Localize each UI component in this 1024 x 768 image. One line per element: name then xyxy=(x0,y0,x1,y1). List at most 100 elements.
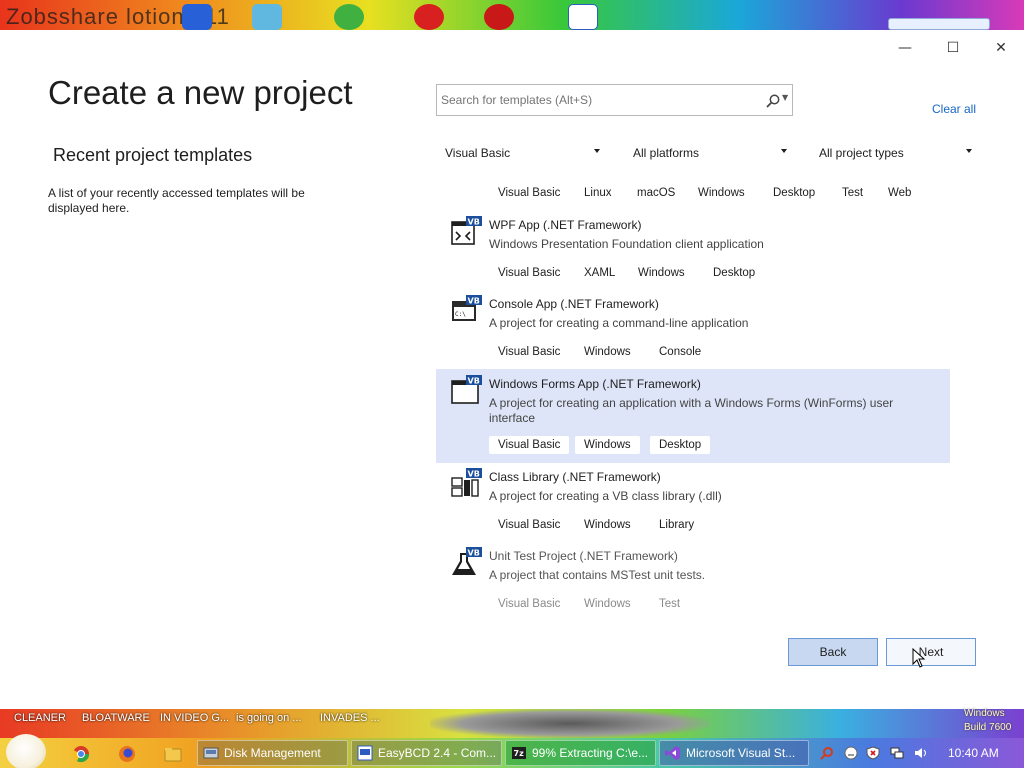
svg-text:VB: VB xyxy=(468,218,480,227)
clear-all-link[interactable]: Clear all xyxy=(932,102,976,116)
template-tag: Windows xyxy=(584,598,631,610)
project-type-filter-dropdown[interactable]: All project types xyxy=(819,140,972,166)
desktop-news-item[interactable]: is going on ... xyxy=(236,712,301,724)
shield-icon[interactable] xyxy=(866,746,880,760)
system-clock[interactable]: 10:40 AM xyxy=(948,746,999,760)
unit-test-icon: VB xyxy=(452,547,482,575)
close-button[interactable]: ✕ xyxy=(978,34,1024,62)
network-icon[interactable] xyxy=(890,746,904,760)
desktop-background-top: Zobsshare lotion 011 xyxy=(0,0,1024,30)
taskbar-button-visual-studio[interactable]: Microsoft Visual St... xyxy=(659,740,809,766)
desktop-news-item[interactable]: CLEANER xyxy=(14,712,66,724)
template-tag: Windows xyxy=(584,519,631,531)
template-tag: Test xyxy=(842,187,864,199)
desktop-background-bottom xyxy=(0,709,1024,738)
page-title: Create a new project xyxy=(48,74,353,111)
desktop-news-item[interactable]: INVADES ... xyxy=(320,712,380,724)
template-tag: Visual Basic xyxy=(498,598,561,610)
chevron-down-icon xyxy=(781,149,787,153)
recent-templates-heading: Recent project templates xyxy=(53,145,253,165)
desktop-shortcut-icon[interactable] xyxy=(182,4,212,30)
template-item-class-library[interactable]: VB Class Library (.NET Framework) A proj… xyxy=(436,462,950,540)
svg-text:VB: VB xyxy=(468,297,480,306)
platform-filter-dropdown[interactable]: All platforms xyxy=(633,140,787,166)
chevron-down-icon xyxy=(966,149,972,153)
class-library-icon: VB xyxy=(451,468,482,497)
emoji-tray-icon[interactable] xyxy=(844,746,858,760)
maximize-button[interactable]: ☐ xyxy=(930,34,976,62)
desktop-shortcut-icon[interactable] xyxy=(252,4,282,30)
visual-studio-icon xyxy=(665,746,680,760)
taskbar-button-easybcd[interactable]: EasyBCD 2.4 - Com... xyxy=(351,740,502,766)
desktop-wallpaper-shape xyxy=(430,709,710,738)
template-tag: Desktop xyxy=(650,436,711,454)
template-name: Unit Test Project (.NET Framework) xyxy=(489,549,678,563)
start-button[interactable] xyxy=(6,734,46,768)
mouse-cursor-icon xyxy=(912,648,926,668)
desktop-shortcut-icon[interactable] xyxy=(484,4,514,30)
taskbar-button-label: EasyBCD 2.4 - Com... xyxy=(378,746,497,760)
back-button[interactable]: Back xyxy=(788,638,878,666)
template-tag: Linux xyxy=(584,187,612,199)
desktop-shortcut-icon[interactable] xyxy=(568,4,598,30)
taskbar-button-disk-management[interactable]: Disk Management xyxy=(197,740,348,766)
search-tray-icon[interactable] xyxy=(820,746,834,760)
winforms-app-icon: VB xyxy=(451,375,482,404)
search-input[interactable] xyxy=(441,90,751,110)
template-tag: Visual Basic xyxy=(498,346,561,358)
chevron-down-icon xyxy=(594,149,600,153)
template-description: A project that contains MSTest unit test… xyxy=(489,568,706,582)
language-filter-value: Visual Basic xyxy=(445,146,511,160)
easybcd-icon xyxy=(357,745,373,761)
project-type-filter-value: All project types xyxy=(819,146,904,160)
desktop-news-item[interactable]: IN VIDEO G... xyxy=(160,712,229,724)
desktop-shortcut-icon[interactable] xyxy=(334,4,364,30)
minimize-button[interactable]: — xyxy=(882,34,928,62)
template-description: Windows Presentation Foundation client a… xyxy=(489,237,764,251)
create-project-dialog: — ☐ ✕ Create a new project Recent projec… xyxy=(0,30,1024,709)
template-tag: macOS xyxy=(637,187,676,199)
language-filter-dropdown[interactable]: Visual Basic xyxy=(445,140,600,166)
template-description: A project for creating an application wi… xyxy=(489,396,894,425)
next-button[interactable]: Next xyxy=(886,638,976,666)
firefox-icon[interactable] xyxy=(118,745,136,763)
wpf-app-icon: VB xyxy=(451,216,482,245)
chevron-down-icon[interactable]: ▼ xyxy=(782,93,788,102)
svg-text:VB: VB xyxy=(468,549,480,558)
template-search-box[interactable]: ▼ xyxy=(436,84,793,116)
folder-icon[interactable] xyxy=(164,745,182,763)
taskbar-button-label: Microsoft Visual St... xyxy=(686,746,796,760)
desktop-news-item[interactable]: BLOATWARE xyxy=(82,712,150,724)
recent-templates-description: A list of your recently accessed templat… xyxy=(48,186,305,215)
template-item-wpf-app[interactable]: VB WPF App (.NET Framework) Windows Pres… xyxy=(436,210,950,288)
template-tag: Visual Basic xyxy=(498,187,561,199)
svg-text:C:\: C:\ xyxy=(455,311,466,318)
desktop-gadget xyxy=(888,18,990,30)
template-item-unit-test[interactable]: VB Unit Test Project (.NET Framework) A … xyxy=(436,541,950,619)
chrome-icon[interactable] xyxy=(72,745,90,763)
template-tag: Web xyxy=(888,187,912,199)
template-tag: Test xyxy=(659,598,681,610)
template-item-winforms-app[interactable]: VB Windows Forms App (.NET Framework) A … xyxy=(436,369,950,463)
template-tag: Windows xyxy=(638,267,685,279)
template-tag: Library xyxy=(659,519,695,531)
template-item-console-app[interactable]: C:\ VB Console App (.NET Framework) A pr… xyxy=(436,289,950,367)
taskbar: Disk Management EasyBCD 2.4 - Com... 7z … xyxy=(0,734,1024,768)
template-tag: XAML xyxy=(584,267,616,279)
taskbar-button-label: Disk Management xyxy=(224,746,321,760)
svg-text:VB: VB xyxy=(468,470,480,479)
template-tag: Visual Basic xyxy=(489,436,570,454)
search-icon[interactable] xyxy=(765,93,781,109)
desktop-shortcut-icon[interactable] xyxy=(414,4,444,30)
taskbar-button-label: 99% Extracting C:\e... xyxy=(532,746,649,760)
svg-text:7z: 7z xyxy=(514,749,525,758)
windows-build-watermark: Windows Build 7600 xyxy=(964,708,1012,733)
taskbar-button-7zip-extracting[interactable]: 7z 99% Extracting C:\e... xyxy=(505,740,656,766)
disk-management-icon xyxy=(203,747,219,759)
template-description: A project for creating a VB class librar… xyxy=(489,489,722,503)
console-app-icon: C:\ VB xyxy=(452,295,482,321)
volume-icon[interactable] xyxy=(914,746,928,760)
template-tag: Desktop xyxy=(773,187,816,199)
platform-filter-value: All platforms xyxy=(633,146,700,160)
template-name: Console App (.NET Framework) xyxy=(489,297,659,311)
